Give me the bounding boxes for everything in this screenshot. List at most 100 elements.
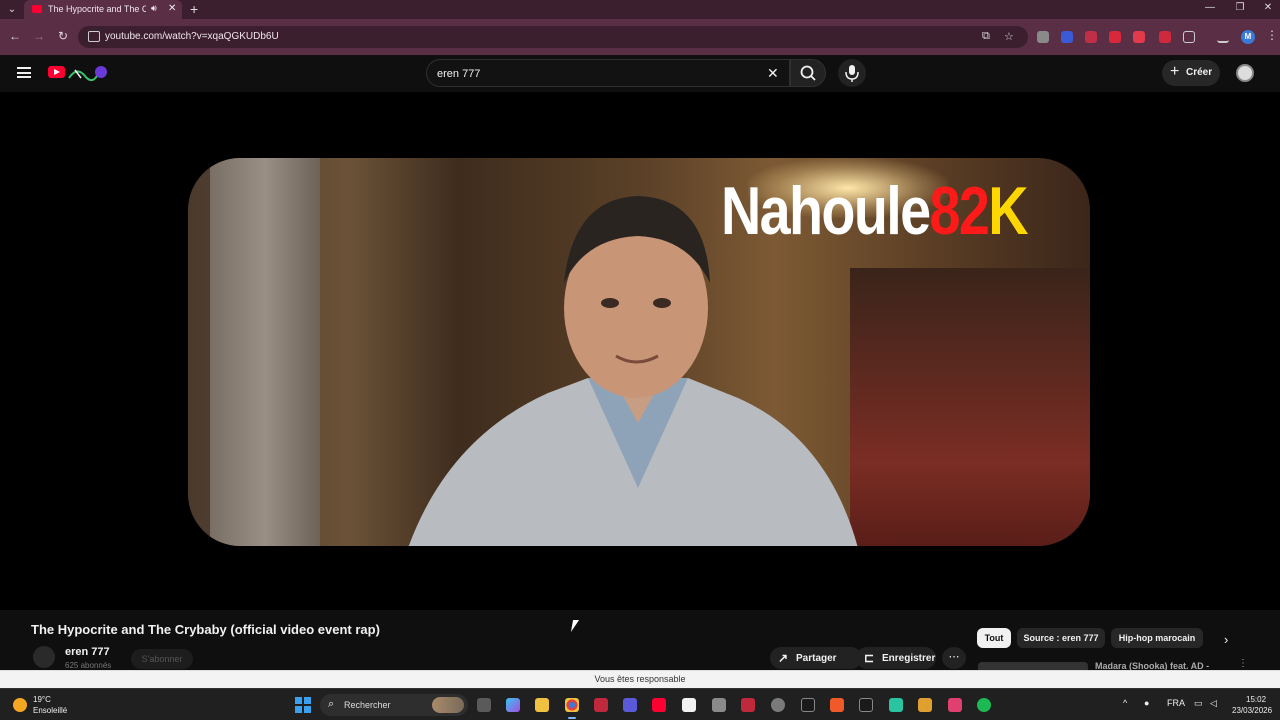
site-info-icon[interactable] (88, 31, 100, 42)
profile-avatar[interactable]: M (1241, 30, 1255, 44)
teams-icon[interactable] (623, 698, 637, 712)
taskbar-search[interactable]: ⌕ Rechercher (320, 694, 468, 716)
browser-tab-strip: ⌄ The Hypocrite and The Crybaby 🔊︎ ✕ + —… (0, 0, 1280, 19)
sun-icon[interactable] (13, 698, 27, 712)
bookmark-icon: ⊏ (864, 651, 875, 665)
clear-search-icon[interactable]: ✕ (767, 65, 779, 82)
app-icon[interactable] (712, 698, 726, 712)
network-icon[interactable]: ▭ (1194, 698, 1203, 709)
hamburger-menu-icon[interactable] (17, 67, 31, 78)
tab-title: The Hypocrite and The Crybaby (48, 4, 146, 14)
thumbnail-brand-text: Nahoule82K (721, 172, 1029, 250)
chevron-right-icon[interactable]: › (1224, 632, 1228, 647)
share-icon: ↗ (778, 651, 789, 665)
plus-icon[interactable]: + (190, 1, 198, 17)
extension-icon[interactable] (1133, 31, 1145, 43)
save-button[interactable]: ⊏ Enregistrer (856, 647, 936, 669)
chevron-up-icon[interactable]: ^ (1123, 698, 1127, 708)
next-video-thumbnail[interactable] (978, 662, 1088, 670)
clock-date[interactable]: 23/03/2026 (1232, 706, 1272, 715)
browser-tab-active[interactable]: The Hypocrite and The Crybaby 🔊︎ ✕ (24, 0, 182, 19)
menu-icon[interactable]: ⋮ (1266, 28, 1278, 42)
marble-pillar (210, 158, 320, 546)
create-label: Créer (1186, 67, 1213, 78)
voice-search-button[interactable] (838, 59, 866, 87)
extension-icon[interactable] (1085, 31, 1097, 43)
search-query[interactable]: eren 777 (437, 68, 480, 80)
extension-icon[interactable] (1061, 31, 1073, 43)
video-player[interactable]: Nahoule82K (0, 92, 1280, 610)
extension-icon[interactable] (1159, 31, 1171, 43)
search-button[interactable] (790, 59, 826, 87)
task-view-icon[interactable] (477, 698, 491, 712)
windows-start-icon[interactable] (295, 697, 311, 713)
spotify-icon[interactable] (977, 698, 991, 712)
subscribe-button[interactable]: S'abonner (131, 649, 193, 669)
star-icon[interactable]: ☆ (1004, 30, 1014, 43)
plus-icon: + (1170, 63, 1180, 80)
save-label: Enregistrer (882, 653, 936, 664)
channel-avatar[interactable] (33, 646, 55, 668)
fn-app-icon[interactable] (682, 698, 696, 712)
notice-bar: Vous êtes responsable (0, 670, 1280, 688)
media-controls-icon[interactable] (1217, 31, 1229, 43)
browser-toolbar: ← → ↻ youtube.com/watch?v=xqaQGKUDb6U ⧉ … (0, 19, 1280, 55)
weather-condition[interactable]: Ensoleillé (33, 706, 67, 715)
extension-icon[interactable] (1037, 31, 1049, 43)
share-button[interactable]: ↗ Partager (770, 647, 862, 669)
minimize-icon[interactable]: — (1200, 2, 1220, 13)
chip-all[interactable]: Tout (977, 628, 1011, 648)
language-indicator[interactable]: FRA (1167, 698, 1185, 708)
channel-name[interactable]: eren 777 (65, 646, 110, 658)
app-icon[interactable] (771, 698, 785, 712)
extension-icon[interactable] (1109, 31, 1121, 43)
copilot-icon[interactable] (506, 698, 520, 712)
youtube-header: eren 777 ✕ + Créer (0, 55, 1280, 92)
tab-list-icon[interactable]: ⌄ (4, 2, 20, 17)
app-icon[interactable] (948, 698, 962, 712)
file-explorer-icon[interactable] (535, 698, 549, 712)
back-icon[interactable]: ← (7, 29, 23, 43)
install-icon[interactable]: ⧉ (982, 30, 990, 43)
close-icon[interactable]: ✕ (168, 3, 176, 14)
taskbar: 19°C Ensoleillé ⌕ Rechercher ^ ● FRA ▭ ◁… (0, 688, 1280, 720)
extensions-icon[interactable] (1183, 31, 1195, 43)
next-video-menu-icon[interactable]: ⋮ (1238, 658, 1248, 669)
speaker-icon[interactable]: ◁ (1210, 698, 1217, 709)
address-bar[interactable]: youtube.com/watch?v=xqaQGKUDb6U ⧉ ☆ (78, 26, 1028, 48)
speaker-icon[interactable]: 🔊︎ (151, 3, 157, 14)
taskbar-search-placeholder: Rechercher (344, 700, 391, 710)
app-icon[interactable] (889, 698, 903, 712)
microphone-icon[interactable]: ● (1144, 698, 1149, 708)
app-icon[interactable] (741, 698, 755, 712)
youtube-app-icon[interactable] (652, 698, 666, 712)
url-text[interactable]: youtube.com/watch?v=xqaQGKUDb6U (105, 31, 279, 42)
chip-hip-hop[interactable]: Hip-hop marocain (1111, 628, 1203, 648)
microphone-icon (845, 65, 859, 82)
clock-time[interactable]: 15:02 (1246, 695, 1266, 704)
share-label: Partager (796, 653, 837, 664)
video-info: The Hypocrite and The Crybaby (official … (0, 610, 1280, 671)
window-close-icon[interactable]: ✕ (1258, 2, 1278, 13)
video-title: The Hypocrite and The Crybaby (official … (31, 622, 380, 637)
acrobat-icon[interactable] (594, 698, 608, 712)
reload-icon[interactable]: ↻ (55, 29, 71, 43)
xm-app-icon[interactable] (801, 698, 815, 712)
youtube-logo[interactable] (48, 66, 65, 78)
weather-temperature[interactable]: 19°C (33, 695, 51, 704)
maximize-icon[interactable]: ❐ (1230, 2, 1250, 13)
brand-text-part: 82 (929, 173, 989, 249)
notice-text: Vous êtes responsable (594, 674, 686, 684)
forward-icon[interactable]: → (31, 29, 47, 43)
active-app-indicator (568, 717, 576, 719)
tradingview-icon[interactable] (859, 698, 873, 712)
more-actions-icon[interactable]: ⋯ (942, 647, 966, 669)
search-input[interactable]: eren 777 ✕ (426, 59, 790, 87)
youtube-doodle-icon[interactable] (67, 64, 109, 81)
brave-icon[interactable] (830, 698, 844, 712)
app-icon[interactable] (918, 698, 932, 712)
create-button[interactable]: + Créer (1162, 60, 1220, 86)
account-avatar[interactable] (1236, 64, 1254, 82)
chip-source[interactable]: Source : eren 777 (1017, 628, 1105, 648)
chrome-icon[interactable] (565, 698, 579, 712)
